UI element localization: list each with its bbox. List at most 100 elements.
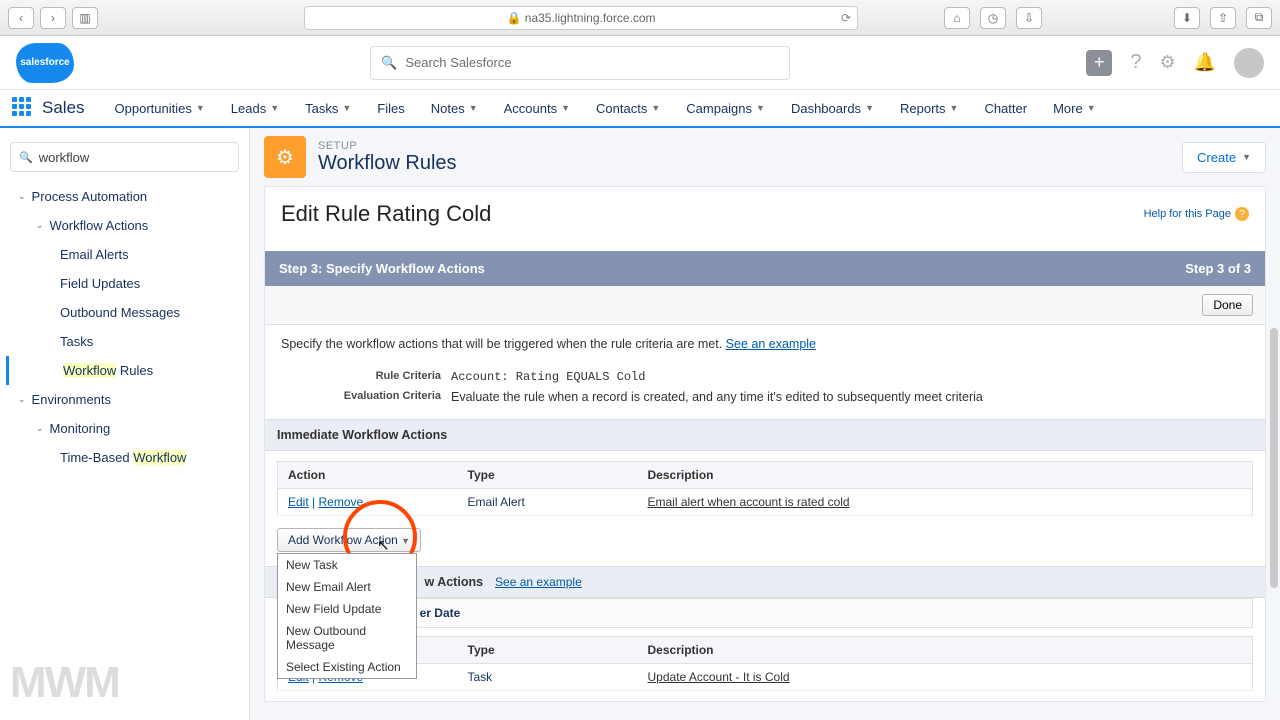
page-eyebrow: SETUP — [318, 140, 457, 152]
address-bar[interactable]: 🔒 na35.lightning.force.com ⟳ — [304, 6, 858, 30]
nav-item-dashboards[interactable]: Dashboards▼ — [779, 93, 886, 124]
sidebar-button[interactable]: ▥ — [72, 7, 98, 29]
time-trigger-row: 1 Days After Rule Trigger Date — [277, 598, 1253, 628]
forward-button[interactable]: › — [40, 7, 66, 29]
remove-link[interactable]: Remove — [318, 495, 363, 509]
chevron-down-icon: ▼ — [196, 103, 205, 113]
watermark: MWM — [10, 658, 119, 708]
main-content: ⚙ SETUP Workflow Rules Create▼ Edit Rule… — [250, 128, 1280, 720]
share-icon[interactable]: ⇧ — [1210, 7, 1236, 29]
nav-item-chatter[interactable]: Chatter — [972, 93, 1039, 124]
nav-item-reports[interactable]: Reports▼ — [888, 93, 970, 124]
back-button[interactable]: ‹ — [8, 7, 34, 29]
dropdown-option-new-field-update[interactable]: New Field Update — [278, 598, 416, 620]
sidebar-item-email-alerts[interactable]: Email Alerts — [6, 240, 243, 269]
tabs-icon[interactable]: ⧉ — [1246, 7, 1272, 29]
action-description-link[interactable]: Email alert when account is rated cold — [638, 489, 1253, 516]
chevron-down-icon: ⌄ — [36, 423, 44, 434]
app-launcher-icon[interactable] — [12, 97, 34, 119]
dropdown-option-new-task[interactable]: New Task — [278, 554, 416, 576]
nav-item-leads[interactable]: Leads▼ — [219, 93, 291, 124]
gear-icon: ⚙ — [264, 136, 306, 178]
immediate-actions-table: Action Type Description Edit | Remove Em… — [277, 461, 1253, 516]
chevron-down-icon: ⌄ — [18, 191, 26, 202]
nav-item-campaigns[interactable]: Campaigns▼ — [674, 93, 777, 124]
rule-criteria-label: Rule Criteria — [281, 370, 441, 384]
sidebar-item-workflow-actions[interactable]: ⌄Workflow Actions — [6, 211, 243, 240]
chevron-down-icon: ▼ — [950, 103, 959, 113]
dropdown-option-select-existing-action[interactable]: Select Existing Action — [278, 656, 416, 678]
help-link[interactable]: Help for this Page ? — [1144, 207, 1249, 221]
sidebar-item-monitoring[interactable]: ⌄Monitoring — [6, 414, 243, 443]
see-example-link[interactable]: See an example — [726, 337, 816, 351]
edit-link[interactable]: Edit — [288, 495, 309, 509]
page-title: Workflow Rules — [318, 152, 457, 175]
evaluation-criteria-value: Evaluate the rule when a record is creat… — [451, 390, 983, 404]
sidebar-item-process-automation[interactable]: ⌄Process Automation — [6, 182, 243, 211]
chevron-down-icon: ▼ — [342, 103, 351, 113]
add-icon[interactable]: + — [1086, 50, 1112, 76]
chevron-down-icon: ▼ — [561, 103, 570, 113]
sidebar-item-environments[interactable]: ⌄Environments — [6, 385, 243, 414]
sidebar-item-time-based-workflow[interactable]: Time-Based Workflow — [6, 443, 243, 472]
dropdown-option-new-outbound-message[interactable]: New Outbound Message — [278, 620, 416, 656]
nav-item-opportunities[interactable]: Opportunities▼ — [103, 93, 217, 124]
nav-item-files[interactable]: Files — [365, 93, 416, 124]
gear-icon[interactable]: ⚙ — [1159, 52, 1175, 73]
chevron-down-icon: ▼ — [270, 103, 279, 113]
search-icon: 🔍 — [381, 55, 397, 71]
avatar[interactable] — [1234, 48, 1264, 78]
chevron-down-icon: ▼ — [469, 103, 478, 113]
sidebar-search[interactable]: 🔍 workflow — [10, 142, 239, 172]
rule-title: Edit Rule Rating Cold — [281, 201, 491, 227]
rule-criteria-value: Account: Rating EQUALS Cold — [451, 370, 645, 384]
nav-item-accounts[interactable]: Accounts▼ — [492, 93, 582, 124]
scrollbar[interactable] — [1270, 328, 1278, 588]
download-tray-icon[interactable]: ⇩ — [1016, 7, 1042, 29]
sidebar-item-field-updates[interactable]: Field Updates — [6, 269, 243, 298]
done-button[interactable]: Done — [1202, 294, 1253, 316]
sidebar-item-tasks[interactable]: Tasks — [6, 327, 243, 356]
bell-icon[interactable]: 🔔 — [1194, 52, 1216, 73]
chevron-down-icon: ▼ — [651, 103, 660, 113]
sidebar-item-workflow-rules[interactable]: Workflow Rules — [6, 356, 243, 385]
app-header: salesforce 🔍 Search Salesforce + ? ⚙ 🔔 — [0, 36, 1280, 90]
chevron-down-icon: ⌄ — [18, 394, 26, 405]
help-icon[interactable]: ? — [1130, 51, 1141, 74]
url-text: na35.lightning.force.com — [525, 11, 656, 25]
time-actions-table: Action Type Description Edit | Remove Ta… — [277, 636, 1253, 691]
action-description-link[interactable]: Update Account - It is Cold — [638, 664, 1253, 691]
search-icon: 🔍 — [19, 151, 33, 164]
workflow-panel: Edit Rule Rating Cold Help for this Page… — [264, 186, 1266, 702]
global-search[interactable]: 🔍 Search Salesforce — [370, 46, 790, 80]
nav-item-contacts[interactable]: Contacts▼ — [584, 93, 672, 124]
immediate-actions-header: Immediate Workflow Actions — [265, 419, 1265, 451]
chevron-down-icon: ▼ — [756, 103, 765, 113]
nav-item-more[interactable]: More▼ — [1041, 93, 1108, 124]
chevron-down-icon: ▼ — [401, 536, 410, 546]
object-nav: Sales Opportunities▼Leads▼Tasks▼FilesNot… — [0, 90, 1280, 128]
table-row: Edit | Remove Email Alert Email alert wh… — [278, 489, 1253, 516]
intro-text: Specify the workflow actions that will b… — [265, 325, 1265, 363]
create-button[interactable]: Create▼ — [1182, 142, 1266, 173]
downloads-icon[interactable]: ⬇ — [1174, 7, 1200, 29]
help-icon: ? — [1235, 207, 1249, 221]
chevron-down-icon: ▼ — [1242, 152, 1251, 162]
setup-sidebar: 🔍 workflow ⌄Process Automation⌄Workflow … — [0, 128, 250, 720]
salesforce-logo: salesforce — [16, 43, 74, 83]
add-action-dropdown: New TaskNew Email AlertNew Field UpdateN… — [277, 553, 417, 679]
chevron-down-icon: ▼ — [1087, 103, 1096, 113]
chevron-down-icon: ⌄ — [36, 220, 44, 231]
add-workflow-action-button[interactable]: Add Workflow Action ▼ New TaskNew Email … — [277, 528, 421, 552]
reload-icon[interactable]: ⟳ — [841, 11, 851, 25]
nav-item-tasks[interactable]: Tasks▼ — [293, 93, 363, 124]
nav-item-notes[interactable]: Notes▼ — [419, 93, 490, 124]
home-icon[interactable]: ⌂ — [944, 7, 970, 29]
lock-icon: 🔒 — [506, 11, 521, 25]
clock-icon[interactable]: ◷ — [980, 7, 1006, 29]
sidebar-item-outbound-messages[interactable]: Outbound Messages — [6, 298, 243, 327]
dropdown-option-new-email-alert[interactable]: New Email Alert — [278, 576, 416, 598]
chevron-down-icon: ▼ — [865, 103, 874, 113]
see-example-link-2[interactable]: See an example — [495, 575, 582, 589]
app-name: Sales — [42, 98, 85, 118]
